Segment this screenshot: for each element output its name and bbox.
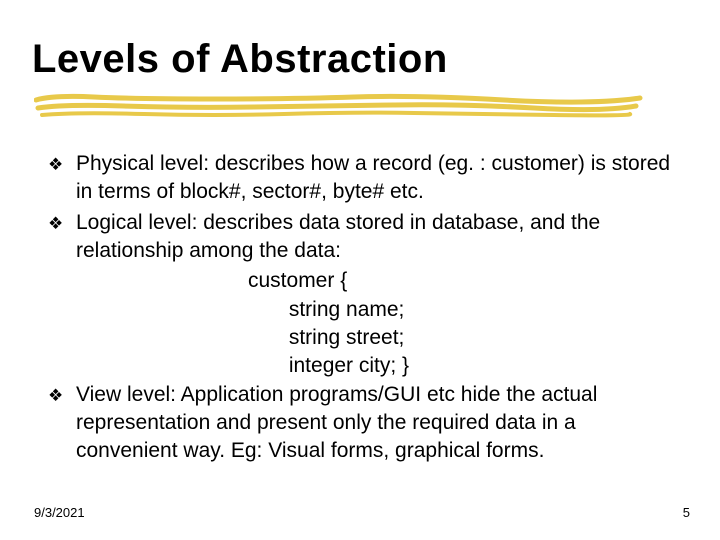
bullet-item: ❖ Physical level: describes how a record… xyxy=(48,150,680,207)
bullet-item: ❖ View level: Application programs/GUI e… xyxy=(48,381,680,466)
content-area: ❖ Physical level: describes how a record… xyxy=(48,150,680,468)
slide-title: Levels of Abstraction xyxy=(32,38,448,80)
footer-date: 9/3/2021 xyxy=(34,505,85,520)
code-line: customer { xyxy=(248,267,680,295)
bullet-text: View level: Application programs/GUI etc… xyxy=(76,383,597,463)
footer: 9/3/2021 5 xyxy=(34,505,690,520)
slide: Levels of Abstraction ❖ Physical level: … xyxy=(0,0,720,540)
footer-page-number: 5 xyxy=(683,505,690,520)
code-block: customer { string name; string street; i… xyxy=(248,267,680,380)
bullet-item: ❖ Logical level: describes data stored i… xyxy=(48,209,680,266)
bullet-icon: ❖ xyxy=(48,385,63,408)
code-line: string name; xyxy=(248,296,680,324)
bullet-icon: ❖ xyxy=(48,154,63,177)
title-underline xyxy=(34,92,644,118)
title-block: Levels of Abstraction xyxy=(32,38,448,80)
bullet-text: Physical level: describes how a record (… xyxy=(76,152,670,203)
code-line: integer city; } xyxy=(248,352,680,380)
bullet-icon: ❖ xyxy=(48,213,63,236)
bullet-text: Logical level: describes data stored in … xyxy=(76,211,600,262)
code-line: string street; xyxy=(248,324,680,352)
